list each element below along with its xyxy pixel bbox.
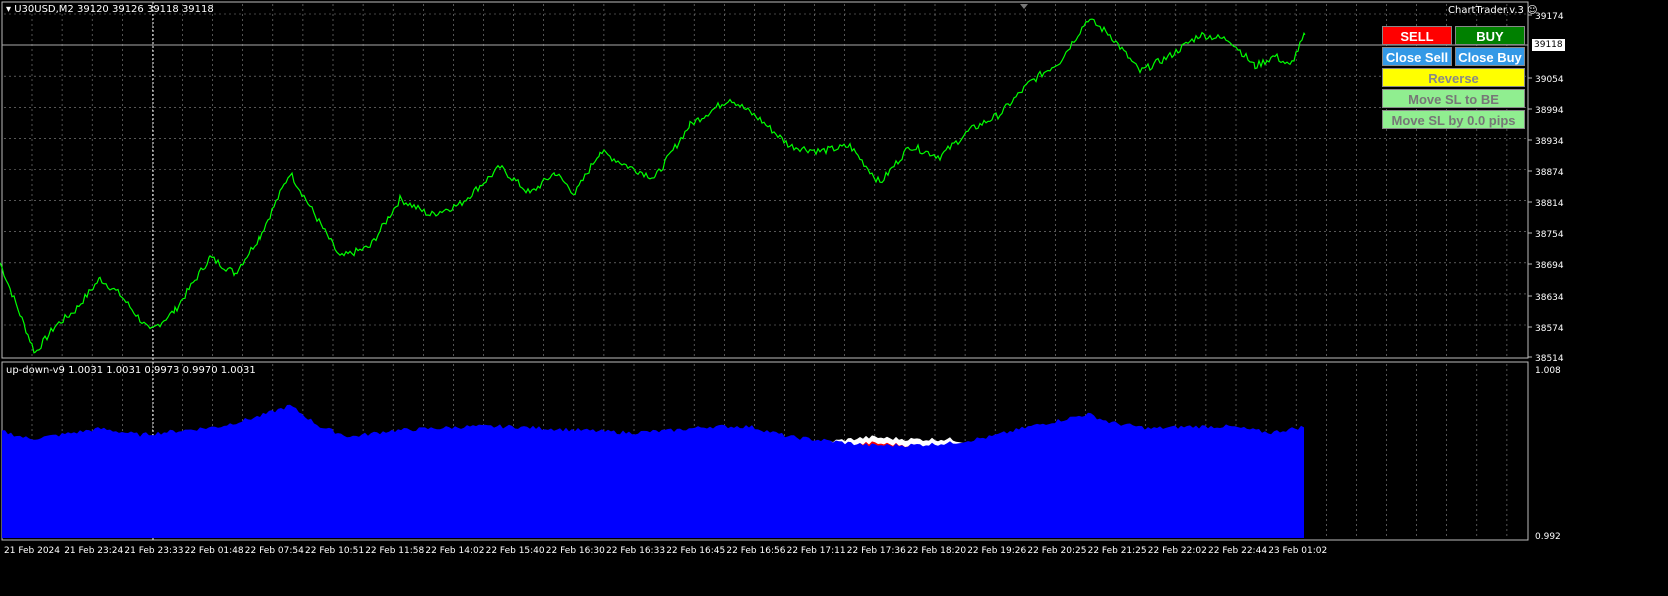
indicator-tick-label: 0.992 [1535,532,1561,542]
time-tick-label: 22 Feb 20:25 [1027,546,1086,556]
price-tick-label: 39174 [1535,12,1564,22]
move-sl-pips-button[interactable]: Move SL by 0.0 pips [1382,110,1525,129]
ea-label: ChartTrader.v.3 ☺ [1448,5,1538,16]
price-tick-label: 38934 [1535,137,1564,147]
current-price-tag: 39118 [1532,39,1565,51]
move-sl-be-button[interactable]: Move SL to BE [1382,89,1525,108]
price-tick-label: 38634 [1535,293,1564,303]
indicator-header: up-down-v9 1.0031 1.0031 0.9973 0.9970 1… [6,365,256,376]
symbol-header: ▾ U30USD,M2 39120 39126 39118 39118 [6,4,214,15]
time-tick-label: 22 Feb 16:56 [726,546,785,556]
time-tick-label: 22 Feb 22:44 [1208,546,1267,556]
time-tick-label: 22 Feb 16:33 [606,546,665,556]
price-tick-label: 38814 [1535,199,1564,209]
close-sell-button[interactable]: Close Sell [1382,47,1452,66]
time-tick-label: 22 Feb 10:51 [305,546,364,556]
time-tick-label: 22 Feb 18:20 [907,546,966,556]
price-tick-label: 38694 [1535,261,1564,271]
time-axis: 21 Feb 2024 21 Feb 23:24 21 Feb 23:33 22 Fe… [4,546,1327,556]
dropdown-arrow-icon[interactable]: ▾ [6,4,11,15]
time-tick-label: 23 Feb 01:02 [1268,546,1327,556]
price-tick-label: 38754 [1535,230,1564,240]
time-tick-label: 22 Feb 11:58 [365,546,424,556]
time-tick-label: 22 Feb 15:40 [486,546,545,556]
indicator-tick-label: 1.008 [1535,366,1561,376]
buy-button[interactable]: BUY [1455,26,1525,45]
time-tick-label: 22 Feb 17:11 [787,546,846,556]
close-buy-button[interactable]: Close Buy [1455,47,1525,66]
price-tick-label: 38874 [1535,168,1564,178]
price-line [0,18,1306,354]
indicator-histogram [2,404,1304,538]
scroll-marker-icon[interactable] [1020,4,1028,9]
time-tick-label: 21 Feb 2024 [4,546,60,556]
time-tick-label: 22 Feb 14:02 [425,546,484,556]
sell-button[interactable]: SELL [1382,26,1452,45]
price-tick-label: 38994 [1535,106,1564,116]
main-pane-border [1,1,1529,359]
time-tick-label: 21 Feb 23:33 [124,546,183,556]
price-tick-label: 38514 [1535,354,1564,364]
time-tick-label: 22 Feb 01:48 [185,546,244,556]
time-tick-label: 22 Feb 22:02 [1148,546,1207,556]
time-tick-label: 22 Feb 19:26 [967,546,1026,556]
time-tick-label: 22 Feb 16:30 [546,546,605,556]
price-tick-label: 38574 [1535,324,1564,334]
time-tick-label: 22 Feb 16:45 [666,546,725,556]
time-tick-label: 21 Feb 23:24 [64,546,123,556]
time-tick-label: 22 Feb 17:36 [847,546,906,556]
price-axis: 39174 39054 38994 38934 38874 38814 38754 38694… [1528,12,1564,542]
time-tick-label: 22 Feb 21:25 [1088,546,1147,556]
indicator-down-area [2,404,1304,538]
price-tick-label: 39054 [1535,75,1564,85]
smiley-icon: ☺ [1527,5,1538,16]
time-tick-label: 22 Feb 07:54 [245,546,304,556]
reverse-button[interactable]: Reverse [1382,68,1525,87]
